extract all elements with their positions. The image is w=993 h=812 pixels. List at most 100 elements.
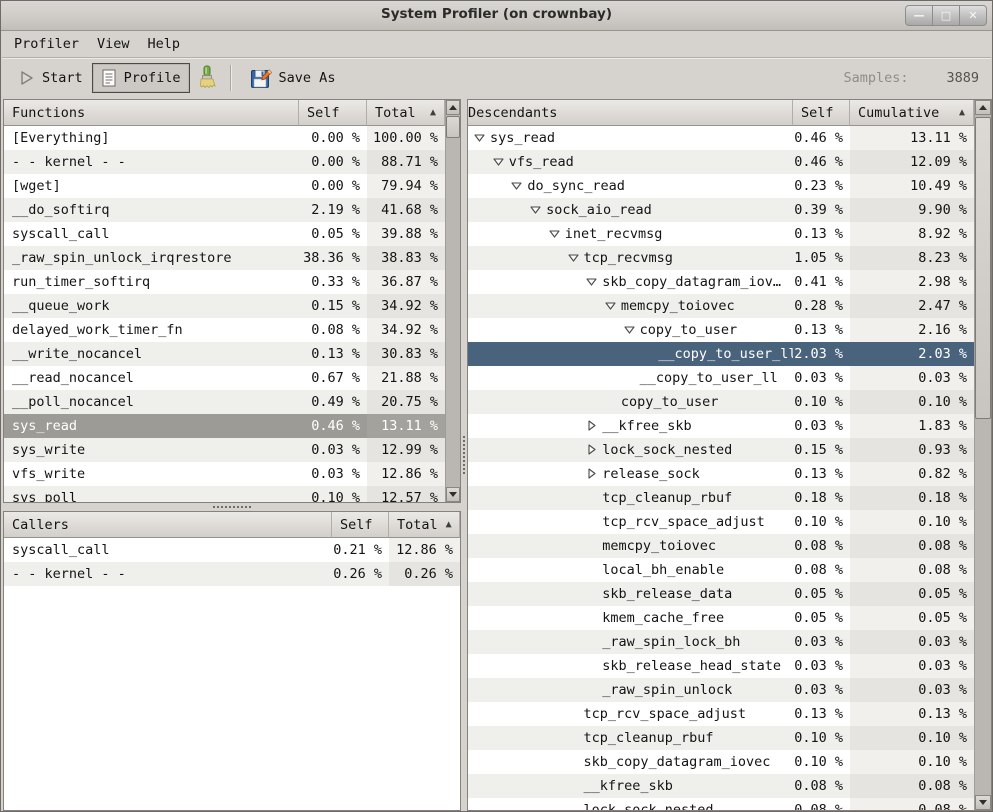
samples-indicator: Samples: 3889 xyxy=(843,58,979,98)
table-row[interactable]: __read_nocancel0.67 %21.88 % xyxy=(4,366,445,390)
self-column-header[interactable]: Self xyxy=(332,512,389,538)
cumulative-percent-cell: 0.10 % xyxy=(850,390,974,414)
expander-open-icon[interactable] xyxy=(511,180,522,191)
expander-open-icon[interactable] xyxy=(474,132,485,143)
total-column-header[interactable]: Total▲ xyxy=(389,512,460,538)
descendants-column-header[interactable]: Descendants xyxy=(468,100,793,126)
tree-row[interactable]: do_sync_read0.23 %10.49 % xyxy=(468,174,974,198)
table-row[interactable]: __poll_nocancel0.49 %20.75 % xyxy=(4,390,445,414)
table-row[interactable]: _raw_spin_unlock_irqrestore38.36 %38.83 … xyxy=(4,246,445,270)
tree-row[interactable]: sock_aio_read0.39 %9.90 % xyxy=(468,198,974,222)
descendant-name-label: vfs_read xyxy=(509,150,574,174)
tree-row[interactable]: tcp_cleanup_rbuf0.10 %0.10 % xyxy=(468,726,974,750)
self-column-header[interactable]: Self xyxy=(299,100,367,126)
tree-row[interactable]: _raw_spin_unlock0.03 %0.03 % xyxy=(468,678,974,702)
expander-collapsed-icon[interactable] xyxy=(586,468,597,479)
callers-column-header[interactable]: Callers xyxy=(4,512,332,538)
tree-row[interactable]: inet_recvmsg0.13 %8.92 % xyxy=(468,222,974,246)
tree-row[interactable]: lock_sock_nested0.08 %0.08 % xyxy=(468,798,974,810)
table-row[interactable]: __do_softirq2.19 %41.68 % xyxy=(4,198,445,222)
profile-toggle-button[interactable]: Profile xyxy=(92,63,190,93)
cumulative-percent-cell: 2.03 % xyxy=(850,342,974,366)
tree-row[interactable]: skb_copy_datagram_iov…0.41 %2.98 % xyxy=(468,270,974,294)
scroll-down-button[interactable] xyxy=(975,795,991,810)
scroll-down-button[interactable] xyxy=(446,487,460,502)
expander-open-icon[interactable] xyxy=(586,276,597,287)
tree-row[interactable]: skb_release_head_state0.03 %0.03 % xyxy=(468,654,974,678)
expander-open-icon[interactable] xyxy=(549,228,560,239)
maximize-button[interactable]: □ xyxy=(932,5,960,26)
tree-row[interactable]: local_bh_enable0.08 %0.08 % xyxy=(468,558,974,582)
tree-row[interactable]: tcp_rcv_space_adjust0.10 %0.10 % xyxy=(468,510,974,534)
scroll-up-button[interactable] xyxy=(446,100,460,115)
functions-panel: Functions Self Total▲ [Everything]0.00 %… xyxy=(3,99,461,503)
scrollbar-thumb[interactable] xyxy=(446,116,460,138)
expander-collapsed-icon[interactable] xyxy=(586,444,597,455)
start-button[interactable]: Start xyxy=(10,63,92,93)
tree-row[interactable]: __copy_to_user_ll0.03 %0.03 % xyxy=(468,366,974,390)
descendants-scrollbar[interactable] xyxy=(974,100,991,810)
tree-row[interactable]: __kfree_skb0.03 %1.83 % xyxy=(468,414,974,438)
descendant-name-label: tcp_recvmsg xyxy=(584,246,673,270)
minimize-button[interactable]: — xyxy=(905,5,933,26)
expander-open-icon[interactable] xyxy=(624,324,635,335)
table-row[interactable]: sys_read0.46 %13.11 % xyxy=(4,414,445,438)
expander-open-icon[interactable] xyxy=(568,252,579,263)
scrollbar-thumb[interactable] xyxy=(975,117,991,419)
expander-open-icon[interactable] xyxy=(530,204,541,215)
tree-row[interactable]: memcpy_toiovec0.08 %0.08 % xyxy=(468,534,974,558)
tree-row[interactable]: tcp_recvmsg1.05 %8.23 % xyxy=(468,246,974,270)
self-percent-cell: 0.08 % xyxy=(793,774,850,798)
cumulative-percent-cell: 12.09 % xyxy=(850,150,974,174)
total-percent-cell: 79.94 % xyxy=(367,174,445,198)
reset-button[interactable] xyxy=(190,63,224,93)
tree-row[interactable]: vfs_read0.46 %12.09 % xyxy=(468,150,974,174)
scroll-up-button[interactable] xyxy=(975,100,991,115)
menu-view[interactable]: View xyxy=(88,33,139,55)
expander-open-icon[interactable] xyxy=(493,156,504,167)
expander-collapsed-icon[interactable] xyxy=(586,420,597,431)
table-row[interactable]: sys_write0.03 %12.99 % xyxy=(4,438,445,462)
table-row[interactable]: - - kernel - -0.26 %0.26 % xyxy=(4,562,460,586)
table-row[interactable]: - - kernel - -0.00 %88.71 % xyxy=(4,150,445,174)
table-row[interactable]: __write_nocancel0.13 %30.83 % xyxy=(4,342,445,366)
self-column-header[interactable]: Self xyxy=(793,100,850,126)
tree-row[interactable]: tcp_rcv_space_adjust0.13 %0.13 % xyxy=(468,702,974,726)
tree-row[interactable]: kmem_cache_free0.05 %0.05 % xyxy=(468,606,974,630)
table-row[interactable]: sys_poll0.10 %12.57 % xyxy=(4,486,445,502)
tree-row[interactable]: sys_read0.46 %13.11 % xyxy=(468,126,974,150)
close-button[interactable]: ✕ xyxy=(959,5,987,26)
tree-row[interactable]: __copy_to_user_ll2.03 %2.03 % xyxy=(468,342,974,366)
tree-row[interactable]: lock_sock_nested0.15 %0.93 % xyxy=(468,438,974,462)
menu-profiler[interactable]: Profiler xyxy=(5,33,88,55)
cumulative-column-header[interactable]: Cumulative▲ xyxy=(850,100,974,126)
arrow-up-icon xyxy=(979,105,987,110)
save-as-button[interactable]: Save As xyxy=(241,63,345,93)
table-row[interactable]: __queue_work0.15 %34.92 % xyxy=(4,294,445,318)
tree-row[interactable]: memcpy_toiovec0.28 %2.47 % xyxy=(468,294,974,318)
tree-row[interactable]: skb_release_data0.05 %0.05 % xyxy=(468,582,974,606)
table-row[interactable]: [wget]0.00 %79.94 % xyxy=(4,174,445,198)
table-row[interactable]: syscall_call0.21 %12.86 % xyxy=(4,538,460,562)
total-column-header[interactable]: Total▲ xyxy=(367,100,445,126)
tree-row[interactable]: _raw_spin_lock_bh0.03 %0.03 % xyxy=(468,630,974,654)
table-row[interactable]: vfs_write0.03 %12.86 % xyxy=(4,462,445,486)
tree-row[interactable]: skb_copy_datagram_iovec0.10 %0.10 % xyxy=(468,750,974,774)
horizontal-splitter[interactable] xyxy=(3,503,461,511)
functions-scrollbar[interactable] xyxy=(445,100,460,502)
table-row[interactable]: syscall_call0.05 %39.88 % xyxy=(4,222,445,246)
menu-help[interactable]: Help xyxy=(139,33,190,55)
table-row[interactable]: run_timer_softirq0.33 %36.87 % xyxy=(4,270,445,294)
tree-row[interactable]: release_sock0.13 %0.82 % xyxy=(468,462,974,486)
self-percent-cell: 2.03 % xyxy=(793,342,850,366)
tree-row[interactable]: __kfree_skb0.08 %0.08 % xyxy=(468,774,974,798)
descendant-name-label: memcpy_toiovec xyxy=(621,294,735,318)
table-row[interactable]: [Everything]0.00 %100.00 % xyxy=(4,126,445,150)
expander-open-icon[interactable] xyxy=(605,300,616,311)
functions-column-header[interactable]: Functions xyxy=(4,100,299,126)
self-percent-cell: 0.03 % xyxy=(299,438,367,462)
tree-row[interactable]: copy_to_user0.13 %2.16 % xyxy=(468,318,974,342)
table-row[interactable]: delayed_work_timer_fn0.08 %34.92 % xyxy=(4,318,445,342)
tree-row[interactable]: tcp_cleanup_rbuf0.18 %0.18 % xyxy=(468,486,974,510)
tree-row[interactable]: copy_to_user0.10 %0.10 % xyxy=(468,390,974,414)
